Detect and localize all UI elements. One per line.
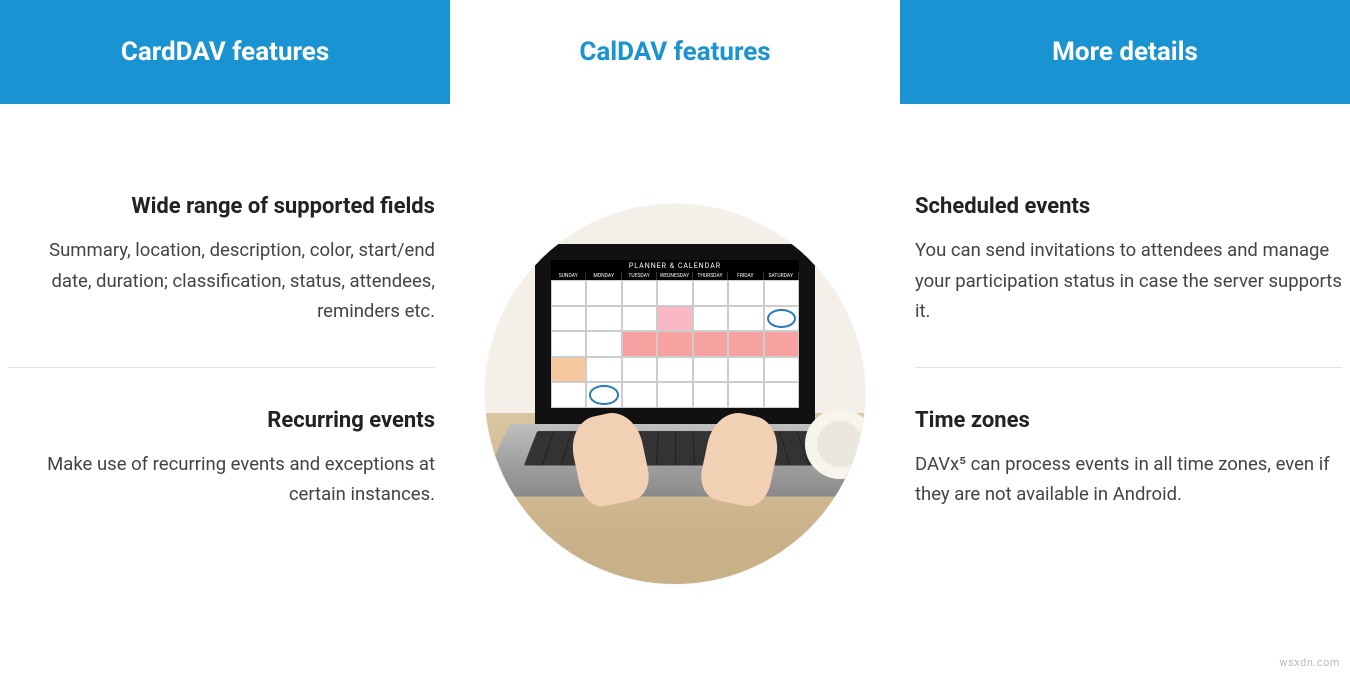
- feature-body: Summary, location, description, color, s…: [8, 235, 435, 327]
- features-left-column: Wide range of supported fields Summary, …: [8, 194, 435, 550]
- hero-image: PLANNER & CALENDAR SUNDAY MONDAY TUESDAY…: [485, 204, 865, 584]
- tabs-bar: CardDAV features CalDAV features More de…: [0, 0, 1350, 104]
- tab-label: CalDAV features: [579, 37, 770, 67]
- feature-title: Wide range of supported fields: [8, 194, 435, 219]
- feature-body: DAVx⁵ can process events in all time zon…: [915, 449, 1342, 510]
- feature-body: Make use of recurring events and excepti…: [8, 449, 435, 510]
- feature-time-zones: Time zones DAVx⁵ can process events in a…: [915, 408, 1342, 550]
- tab-label: CardDAV features: [121, 37, 329, 67]
- tab-carddav[interactable]: CardDAV features: [0, 0, 450, 104]
- feature-title: Scheduled events: [915, 194, 1342, 219]
- tab-label: More details: [1052, 37, 1198, 67]
- tab-panel-caldav: Wide range of supported fields Summary, …: [0, 104, 1350, 584]
- feature-title: Recurring events: [8, 408, 435, 433]
- watermark: wsxdn.com: [1279, 656, 1340, 669]
- tab-caldav[interactable]: CalDAV features: [450, 0, 900, 104]
- features-right-column: Scheduled events You can send invitation…: [915, 194, 1342, 550]
- hero-image-container: PLANNER & CALENDAR SUNDAY MONDAY TUESDAY…: [475, 194, 875, 584]
- feature-title: Time zones: [915, 408, 1342, 433]
- feature-supported-fields: Wide range of supported fields Summary, …: [8, 194, 435, 368]
- calendar-days-row: SUNDAY MONDAY TUESDAY WEDNESDAY THURSDAY…: [551, 272, 799, 280]
- feature-body: You can send invitations to attendees an…: [915, 235, 1342, 327]
- tab-more-details[interactable]: More details: [900, 0, 1350, 104]
- calendar-title: PLANNER & CALENDAR: [551, 260, 799, 272]
- feature-scheduled-events: Scheduled events You can send invitation…: [915, 194, 1342, 368]
- feature-recurring-events: Recurring events Make use of recurring e…: [8, 408, 435, 550]
